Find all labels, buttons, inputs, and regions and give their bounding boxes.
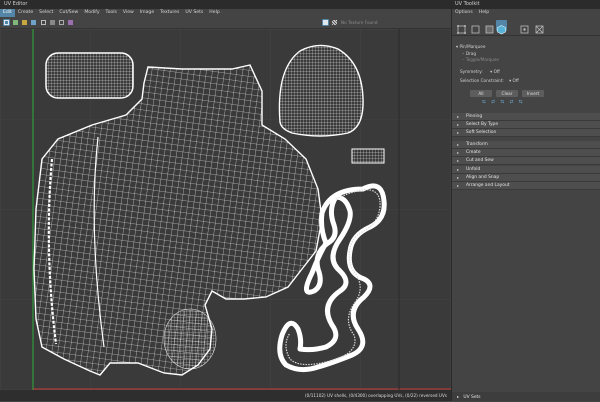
menu-textures[interactable]: Textures	[157, 9, 182, 17]
expand-arrow-icon: ▸	[457, 183, 460, 188]
menu-help[interactable]: Help	[206, 9, 222, 17]
menu-cut-sew[interactable]: Cut/Sew	[56, 9, 81, 17]
pin-marquee-section: ▾ Pin/Marquee ◦ Drag ◦ Toggle/Marquee Sy…	[452, 44, 600, 106]
distortion-icon[interactable]	[67, 19, 74, 26]
uv-toolkit-menubar: Options Help	[452, 9, 600, 17]
selection-constraint-dropdown[interactable]: ▾ Off	[509, 78, 519, 83]
menu-modify[interactable]: Modify	[81, 9, 102, 17]
uv-status-text: (0/11102) UV shells, (0/4300) overlappin…	[305, 393, 447, 398]
image-toggle-icon[interactable]	[12, 19, 19, 26]
vertex-mode-icon[interactable]	[456, 20, 467, 34]
checker-icon[interactable]	[21, 19, 28, 26]
expand-arrow-icon: ▸	[457, 114, 460, 119]
texture-dropdown[interactable]: No Texture Found	[341, 18, 377, 27]
texture-borders-icon[interactable]	[30, 19, 37, 26]
section-transform[interactable]: ▸ Transform	[452, 141, 600, 149]
expand-arrow-icon: ▸	[457, 142, 460, 147]
symmetry-dropdown[interactable]: ▾ Off	[490, 69, 500, 74]
drag-label: Drag	[465, 51, 476, 56]
menu-uv-sets[interactable]: UV Sets	[182, 9, 206, 17]
expand-arrow-icon: ▸	[457, 175, 460, 180]
maya-workspace: UV Editor Edit Create Select Cut/Sew Mod…	[0, 0, 600, 401]
menu-tools[interactable]: Tools	[103, 9, 120, 17]
grid-icon[interactable]	[40, 19, 47, 26]
expand-arrow-icon: ▸	[457, 122, 460, 127]
section-create[interactable]: ▸ Create	[452, 149, 600, 157]
menu-create[interactable]: Create	[15, 9, 36, 17]
shaded-icon[interactable]	[49, 19, 56, 26]
uv-shell-band[interactable]	[45, 52, 134, 99]
symmetry-value: Off	[493, 69, 500, 74]
section-cut-and-sew[interactable]: ▸ Cut and Sew	[452, 157, 600, 165]
expand-arrow-icon: ▸	[457, 130, 460, 135]
menu-edit[interactable]: Edit	[0, 9, 15, 17]
uv-toolkit-panel: UV Toolkit Options Help ▾ Pin/Marquee ◦ …	[452, 0, 600, 401]
select-invert-button[interactable]: Invert	[522, 90, 544, 97]
toggle-marquee-label: Toggle/Marquee	[465, 57, 499, 62]
uv-shell-mode-icon[interactable]	[496, 20, 507, 35]
component-mode-bar	[452, 17, 600, 36]
expand-arrow-icon: ▸	[457, 167, 460, 172]
uv-viewport[interactable]	[0, 29, 451, 390]
toolkit-menu-help[interactable]: Help	[476, 9, 492, 17]
section-soft-selection[interactable]: ▸ Soft Selection	[452, 129, 600, 137]
section-unfold[interactable]: ▸ Unfold	[452, 166, 600, 174]
selection-constraint-value: Off	[512, 78, 519, 83]
uv-shell-strip[interactable]	[351, 148, 385, 164]
toggle-marquee-option[interactable]: ◦ Toggle/Marquee	[462, 57, 499, 63]
snap-icon[interactable]	[58, 19, 65, 26]
uv-edge-mode-icon[interactable]	[534, 20, 545, 34]
uv-sets-footer[interactable]: ▸ UV Sets	[452, 392, 600, 401]
menu-view[interactable]: View	[120, 9, 137, 17]
edge-mode-icon[interactable]	[470, 20, 481, 34]
select-tool-icon[interactable]	[3, 18, 10, 26]
uv-editor-menubar: Edit Create Select Cut/Sew Modify Tools …	[0, 9, 451, 17]
uv-editor-panel: UV Editor Edit Create Select Cut/Sew Mod…	[0, 0, 452, 401]
section-arrange-and-layout[interactable]: ▸ Arrange and Layout	[452, 182, 600, 190]
toolkit-menu-options[interactable]: Options	[452, 9, 476, 17]
expand-arrow-icon: ▸	[457, 158, 460, 163]
section-select-by-type[interactable]: ▸ Select By Type	[452, 121, 600, 129]
uv-statusbar: (0/11102) UV shells, (0/4300) overlappin…	[0, 390, 451, 401]
uv-vertex-mode-icon[interactable]	[519, 20, 530, 34]
menu-select[interactable]: Select	[36, 9, 56, 17]
menu-image[interactable]: Image	[137, 9, 157, 17]
select-clear-button[interactable]: Clear	[496, 90, 518, 97]
pin-marquee-header: Pin/Marquee	[459, 44, 486, 49]
checker-pattern-icon[interactable]	[331, 19, 338, 26]
uv-toolkit-title: UV Toolkit	[452, 0, 600, 9]
section-align-and-snap[interactable]: ▸ Align and Snap	[452, 174, 600, 182]
expand-arrow-icon: ▸	[457, 394, 460, 399]
face-mode-icon[interactable]	[484, 20, 495, 34]
uv-shell-cap[interactable]	[278, 44, 364, 137]
uv-sets-label: UV Sets	[463, 395, 481, 400]
symmetry-label: Symmetry:	[460, 69, 483, 74]
expand-arrow-icon: ▸	[457, 150, 460, 155]
uv-canvas[interactable]	[0, 29, 451, 390]
select-all-button[interactable]: All	[470, 90, 492, 97]
uv-editor-toolbar: No Texture Found	[0, 17, 451, 29]
section-pinning[interactable]: ▸ Pinning	[452, 113, 600, 121]
uv-editor-title: UV Editor	[0, 0, 451, 9]
selection-constraint-label: Selection Constraint:	[460, 78, 504, 83]
display-image-icon[interactable]	[322, 18, 329, 26]
selection-mode-icons[interactable]: ⇆ ⇄ ⇆ ⇄ ⇆	[482, 100, 582, 106]
